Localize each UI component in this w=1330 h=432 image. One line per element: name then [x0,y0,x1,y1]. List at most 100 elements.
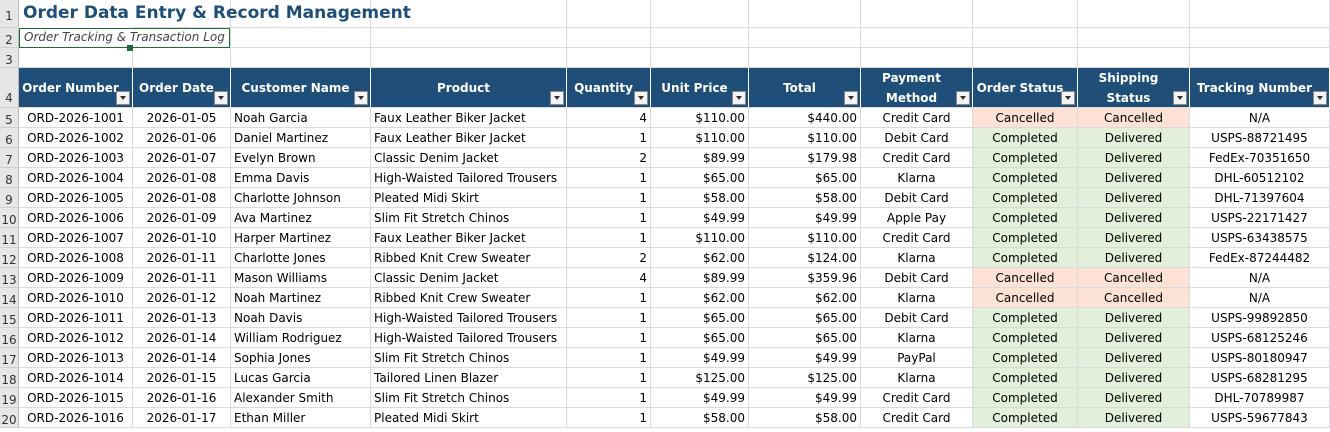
order-status-cell[interactable]: Completed [973,328,1078,348]
order-status-cell[interactable]: Cancelled [973,288,1078,308]
row-header[interactable]: 8 [0,168,19,188]
table-cell[interactable]: Ribbed Knit Crew Sweater [371,288,567,308]
table-cell[interactable]: Credit Card [861,408,973,428]
row-header[interactable]: 5 [0,108,19,128]
sheet-title[interactable]: Order Data Entry & Record Management [23,3,411,23]
filter-dropdown-icon[interactable] [956,91,970,105]
table-cell[interactable]: $440.00 [749,108,861,128]
row-header[interactable]: 4 [0,68,19,108]
filter-dropdown-icon[interactable] [116,91,130,105]
filter-dropdown-icon[interactable] [732,91,746,105]
table-cell[interactable]: Credit Card [861,228,973,248]
shipping-status-cell[interactable]: Delivered [1078,128,1190,148]
row-header[interactable]: 16 [0,328,19,348]
shipping-status-cell[interactable]: Delivered [1078,248,1190,268]
table-cell[interactable]: $125.00 [651,368,749,388]
table-cell[interactable]: ORD-2026-1003 [19,148,133,168]
empty-cell[interactable] [861,48,973,68]
table-cell[interactable]: 2026-01-08 [133,188,231,208]
table-cell[interactable]: ORD-2026-1004 [19,168,133,188]
table-cell[interactable]: Debit Card [861,128,973,148]
order-status-cell[interactable]: Completed [973,348,1078,368]
table-cell[interactable]: $110.00 [749,128,861,148]
table-cell[interactable]: FedEx-87244482 [1190,248,1330,268]
table-cell[interactable]: DHL-71397604 [1190,188,1330,208]
table-cell[interactable]: Faux Leather Biker Jacket [371,128,567,148]
table-cell[interactable]: Slim Fit Stretch Chinos [371,348,567,368]
table-cell[interactable]: ORD-2026-1011 [19,308,133,328]
empty-cell[interactable] [1078,48,1190,68]
table-cell[interactable]: $65.00 [749,308,861,328]
table-cell[interactable]: Ribbed Knit Crew Sweater [371,248,567,268]
filter-dropdown-icon[interactable] [634,91,648,105]
order-status-cell[interactable]: Cancelled [973,268,1078,288]
table-cell[interactable]: USPS-68125246 [1190,328,1330,348]
table-cell[interactable]: Apple Pay [861,208,973,228]
table-cell[interactable]: Noah Martinez [231,288,371,308]
shipping-status-cell[interactable]: Delivered [1078,408,1190,428]
sheet-subtitle[interactable]: Order Tracking & Transaction Log [24,30,225,44]
row-header[interactable]: 7 [0,148,19,168]
table-cell[interactable]: Credit Card [861,108,973,128]
table-cell[interactable]: USPS-68281295 [1190,368,1330,388]
table-cell[interactable]: $110.00 [651,128,749,148]
table-cell[interactable]: 1 [567,228,651,248]
column-header[interactable]: Unit Price [651,68,749,108]
table-cell[interactable]: ORD-2026-1012 [19,328,133,348]
table-cell[interactable]: $62.00 [651,248,749,268]
table-cell[interactable]: Faux Leather Biker Jacket [371,108,567,128]
empty-cell[interactable] [567,48,651,68]
table-cell[interactable]: 1 [567,208,651,228]
table-cell[interactable]: PayPal [861,348,973,368]
empty-cell[interactable] [1190,48,1330,68]
table-cell[interactable]: $49.99 [749,208,861,228]
empty-cell[interactable] [973,0,1078,28]
table-cell[interactable]: 1 [567,128,651,148]
order-status-cell[interactable]: Completed [973,388,1078,408]
table-cell[interactable]: Charlotte Johnson [231,188,371,208]
empty-cell[interactable] [1190,28,1330,48]
table-cell[interactable]: N/A [1190,268,1330,288]
table-cell[interactable]: Klarna [861,248,973,268]
empty-cell[interactable] [567,0,651,28]
table-cell[interactable]: 2 [567,248,651,268]
table-cell[interactable]: 4 [567,268,651,288]
table-cell[interactable]: 1 [567,288,651,308]
table-cell[interactable]: Evelyn Brown [231,148,371,168]
empty-cell[interactable] [749,0,861,28]
table-cell[interactable]: Alexander Smith [231,388,371,408]
table-cell[interactable]: High-Waisted Tailored Trousers [371,308,567,328]
row-header[interactable]: 15 [0,308,19,328]
table-cell[interactable]: Sophia Jones [231,348,371,368]
table-cell[interactable]: 2 [567,148,651,168]
table-cell[interactable]: Emma Davis [231,168,371,188]
table-cell[interactable]: $65.00 [651,168,749,188]
column-header[interactable]: Order Status [973,68,1078,108]
column-header[interactable]: Tracking Number [1190,68,1330,108]
table-cell[interactable]: 2026-01-12 [133,288,231,308]
empty-cell[interactable] [19,48,133,68]
order-status-cell[interactable]: Completed [973,228,1078,248]
table-cell[interactable]: USPS-63438575 [1190,228,1330,248]
table-cell[interactable]: 2026-01-14 [133,328,231,348]
table-cell[interactable]: Noah Garcia [231,108,371,128]
order-status-cell[interactable]: Cancelled [973,108,1078,128]
table-cell[interactable]: $58.00 [651,188,749,208]
table-cell[interactable]: Classic Denim Jacket [371,268,567,288]
order-status-cell[interactable]: Completed [973,248,1078,268]
table-cell[interactable]: Ethan Miller [231,408,371,428]
table-cell[interactable]: ORD-2026-1009 [19,268,133,288]
table-cell[interactable]: 1 [567,308,651,328]
table-cell[interactable]: Slim Fit Stretch Chinos [371,208,567,228]
shipping-status-cell[interactable]: Delivered [1078,228,1190,248]
filter-dropdown-icon[interactable] [354,91,368,105]
table-cell[interactable]: 2026-01-09 [133,208,231,228]
table-cell[interactable]: Klarna [861,368,973,388]
shipping-status-cell[interactable]: Cancelled [1078,108,1190,128]
empty-cell[interactable] [861,0,973,28]
table-cell[interactable]: Klarna [861,168,973,188]
empty-cell[interactable] [749,28,861,48]
shipping-status-cell[interactable]: Delivered [1078,308,1190,328]
table-cell[interactable]: $89.99 [651,148,749,168]
table-cell[interactable]: $110.00 [749,228,861,248]
